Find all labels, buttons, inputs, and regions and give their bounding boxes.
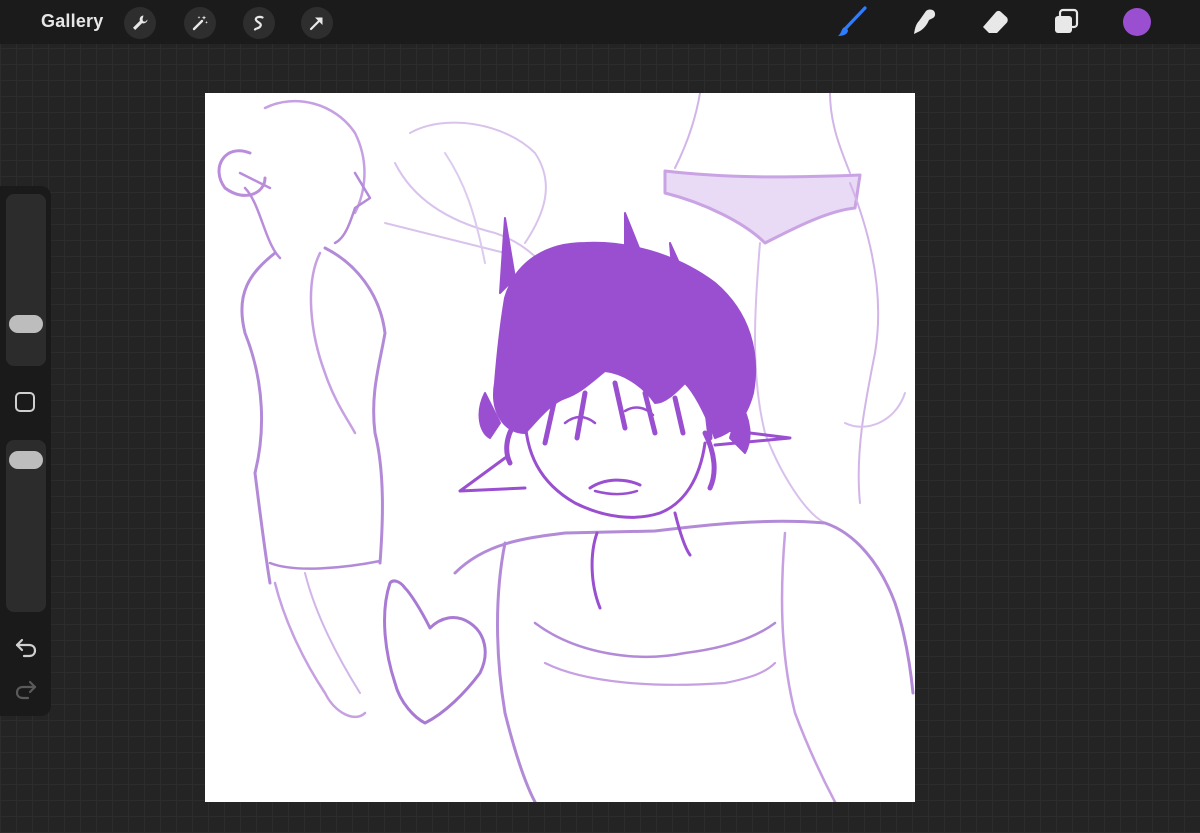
opacity-knob[interactable] [9, 451, 43, 470]
selection-icon[interactable] [243, 7, 275, 39]
top-toolbar: Gallery [0, 0, 1200, 44]
gallery-button[interactable]: Gallery [41, 11, 103, 32]
brush-icon[interactable] [836, 6, 868, 38]
brush-size-knob[interactable] [9, 314, 43, 333]
wrench-icon[interactable] [124, 7, 156, 39]
left-sidebar [0, 186, 51, 716]
opacity-slider[interactable] [6, 440, 46, 612]
magic-wand-icon[interactable] [184, 7, 216, 39]
smudge-icon[interactable] [908, 6, 940, 38]
brush-size-slider[interactable] [6, 194, 46, 366]
redo-icon[interactable] [13, 676, 39, 702]
eraser-icon[interactable] [979, 6, 1011, 38]
color-picker-swatch[interactable] [1123, 8, 1151, 36]
transform-arrow-icon[interactable] [301, 7, 333, 39]
layers-icon[interactable] [1050, 6, 1082, 38]
undo-icon[interactable] [13, 634, 39, 660]
modify-square-icon[interactable] [15, 392, 35, 412]
drawing-canvas[interactable] [205, 93, 915, 802]
sketch-artwork [217, 93, 915, 802]
